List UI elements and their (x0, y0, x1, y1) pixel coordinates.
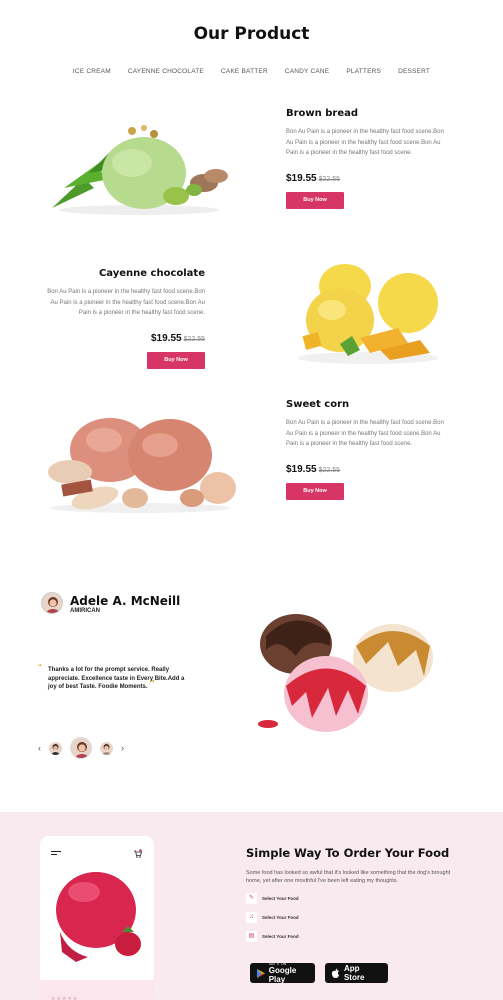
buy-now-button[interactable]: Buy Now (286, 191, 344, 209)
step-label: Select Your Food (262, 896, 299, 901)
order-step: ✎ Select Your Food (246, 893, 299, 904)
app-store-label: App Store (343, 964, 365, 982)
product-name: Sweet corn (286, 399, 350, 410)
cart-icon[interactable] (133, 849, 143, 860)
carousel-next-icon[interactable]: › (121, 743, 124, 753)
buy-now-button[interactable]: Buy Now (286, 482, 344, 500)
reviewer-thumb-active[interactable] (70, 737, 92, 759)
strawberry-ice-cream-image (56, 872, 141, 962)
product-description: Bon Au Pain is a pioneer in the healthy … (286, 129, 444, 156)
step-label: Select Your Food (262, 934, 299, 939)
menu-icon[interactable] (51, 851, 61, 857)
sauce-ice-cream-image (258, 614, 433, 732)
chocolate-ice-cream-image (48, 418, 236, 513)
product-card-brown-bread: Brown bread Bon Au Pain is a pioneer in … (286, 108, 452, 209)
mango-ice-cream-image (298, 264, 438, 364)
reviewer-role: AMIRICAN (70, 608, 100, 614)
tab-dessert[interactable]: DESSERT (398, 68, 430, 75)
page-title: Our Product (193, 24, 310, 44)
reviewer-name: Adele A. McNeill (70, 594, 181, 608)
step-label: Select Your Food (262, 915, 299, 920)
google-play-label: Google Play (268, 966, 297, 984)
apple-icon (331, 968, 339, 978)
app-store-button[interactable]: App Store (325, 963, 388, 983)
old-price: $22.55 (183, 335, 205, 343)
product-price: $19.55 $22.55 (286, 173, 452, 184)
reviewer-avatar (41, 592, 63, 614)
order-step: ♫ Select Your Food (246, 912, 299, 923)
pistachio-ice-cream-image (52, 125, 228, 215)
reviewer-thumb[interactable] (100, 741, 113, 755)
product-name: Cayenne chocolate (98, 268, 205, 279)
tab-cayenne-chocolate[interactable]: CAYENNE CHOCOLATE (128, 68, 204, 75)
old-price: $22.55 (318, 175, 341, 183)
play-store-icon (257, 968, 265, 978)
carousel-prev-icon[interactable]: ‹ (38, 743, 41, 753)
phone-mockup: ★★★★★ (40, 836, 154, 1000)
product-card-sweet-corn: Sweet corn Bon Au Pain is a pioneer in t… (286, 399, 452, 500)
product-name: Brown bread (286, 108, 359, 119)
google-play-button[interactable]: GET IT ON Google Play (250, 962, 315, 984)
old-price: $22.55 (318, 466, 341, 474)
tab-candy-cane[interactable]: CANDY CANE (285, 68, 330, 75)
order-step: ▤ Select Your Food (246, 931, 299, 942)
tab-platters[interactable]: PLATTERS (346, 68, 381, 75)
category-tabs: ICE CREAM CAYENNE CHOCOLATE CAKE BATTER … (0, 68, 503, 75)
product-price: $19.55 $22.55 (286, 464, 452, 475)
current-price: $19.55 (150, 332, 182, 344)
testimonial-carousel: ‹ › (38, 737, 124, 759)
app-section-description: Some food has looked so awful that it's … (246, 870, 451, 884)
product-description: Bon Au Pain is a pioneer in the healthy … (47, 289, 205, 316)
product-card-cayenne-chocolate: Cayenne chocolate Bon Au Pain is a pione… (40, 268, 205, 369)
quote-close-icon: ” (151, 680, 155, 687)
current-price: $19.55 (286, 463, 317, 475)
step-icon: ♫ (246, 912, 257, 923)
step-icon: ✎ (246, 893, 257, 904)
app-section-title: Simple Way To Order Your Food (246, 846, 450, 860)
reviewer-thumb[interactable] (49, 741, 62, 755)
quote-open-icon: “ (38, 664, 42, 671)
buy-now-button[interactable]: Buy Now (147, 351, 205, 369)
rating-stars: ★★★★★ (51, 996, 79, 1000)
step-icon: ▤ (246, 931, 257, 942)
current-price: $19.55 (286, 172, 317, 184)
tab-ice-cream[interactable]: ICE CREAM (73, 68, 111, 75)
product-price: $19.55 $22.55 (40, 333, 205, 344)
testimonial-quote: Thanks a lot for the prompt service. Rea… (48, 667, 185, 690)
product-description: Bon Au Pain is a pioneer in the healthy … (286, 420, 444, 447)
tab-cake-batter[interactable]: CAKE BATTER (221, 68, 268, 75)
